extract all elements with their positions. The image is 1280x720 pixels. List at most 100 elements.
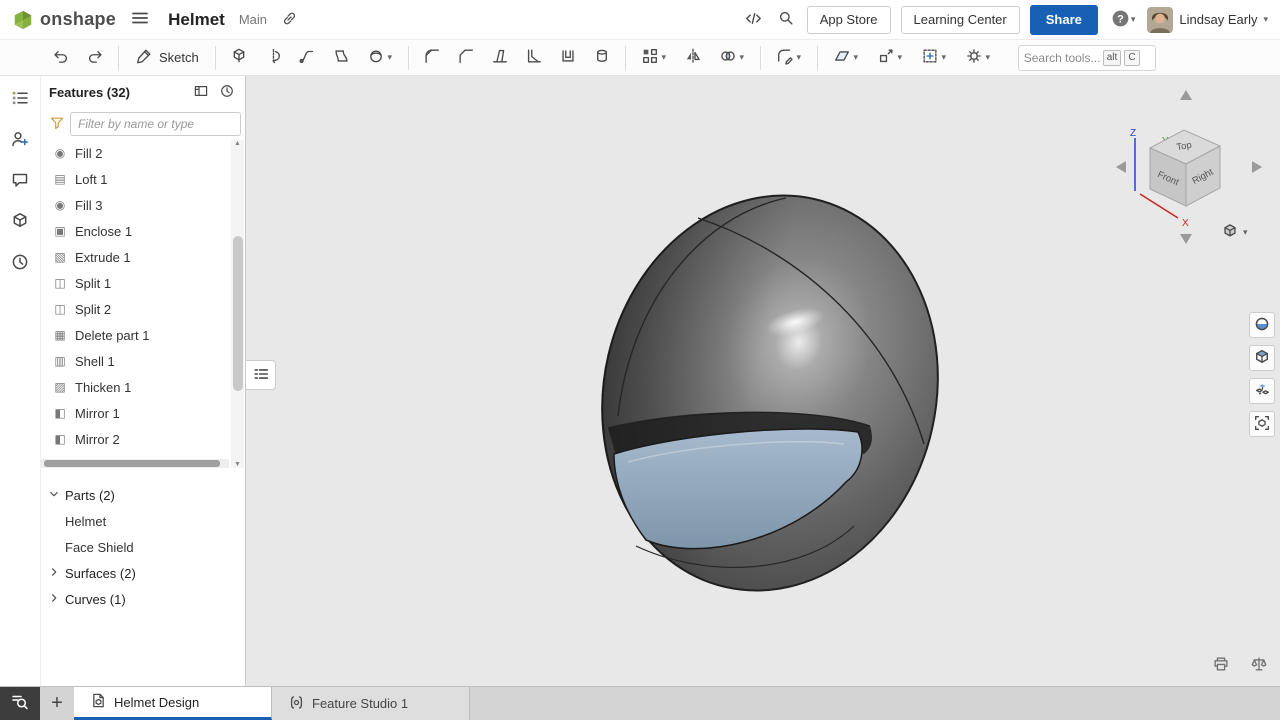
feature-filter-input[interactable] bbox=[70, 112, 241, 136]
app-store-button[interactable]: App Store bbox=[807, 6, 891, 34]
search-button[interactable] bbox=[775, 7, 797, 32]
parts-section-header[interactable]: Parts (2) bbox=[41, 482, 245, 508]
part-studio-icon bbox=[90, 692, 107, 712]
add-tab-button[interactable]: + bbox=[40, 687, 74, 720]
feature-row[interactable]: ◧Mirror 1 bbox=[41, 400, 229, 426]
help-menu-button[interactable]: ? ▾ bbox=[1108, 6, 1138, 34]
linear-pattern-icon bbox=[641, 47, 659, 68]
onshape-app: onshape Helmet Main App Store Learning C… bbox=[0, 0, 1280, 720]
horizontal-scrollbar[interactable] bbox=[41, 459, 229, 468]
sketch-button[interactable]: Sketch bbox=[125, 43, 209, 73]
surfaces-section-header[interactable]: Surfaces (2) bbox=[41, 560, 245, 586]
history-clock-icon bbox=[219, 83, 235, 102]
draft-button[interactable] bbox=[483, 43, 517, 73]
transform-button[interactable]: ▾ bbox=[868, 43, 912, 73]
exploded-view-button[interactable] bbox=[1249, 378, 1275, 404]
mirror-button[interactable] bbox=[676, 43, 710, 73]
tab-feature-studio-1[interactable]: Feature Studio 1 bbox=[272, 687, 470, 720]
linear-pattern-button[interactable]: ▾ bbox=[632, 43, 676, 73]
modify-fillet-button[interactable]: ▾ bbox=[767, 43, 811, 73]
plane-button[interactable]: ▾ bbox=[824, 43, 868, 73]
view-menu-button[interactable]: ▾ bbox=[1221, 222, 1248, 243]
horizontal-scroll-thumb[interactable] bbox=[44, 460, 220, 467]
hole-button[interactable] bbox=[585, 43, 619, 73]
feature-row[interactable]: ◉Fill 2 bbox=[41, 140, 229, 166]
learn-button[interactable] bbox=[7, 209, 33, 235]
parts-sections: Parts (2) Helmet Face Shield Surfaces (2… bbox=[41, 482, 245, 612]
zoom-to-fit-button[interactable] bbox=[1249, 411, 1275, 437]
scroll-down-icon[interactable]: ▼ bbox=[234, 461, 241, 468]
workspace-label[interactable]: Main bbox=[239, 12, 267, 27]
rib-button[interactable] bbox=[517, 43, 551, 73]
chamfer-button[interactable] bbox=[449, 43, 483, 73]
vertical-scroll-thumb[interactable] bbox=[233, 236, 243, 391]
feature-row[interactable]: ◫Split 2 bbox=[41, 296, 229, 322]
mate-connector-icon bbox=[921, 47, 939, 68]
feature-row[interactable]: ▣Enclose 1 bbox=[41, 218, 229, 244]
parts-label: Parts (2) bbox=[65, 488, 115, 503]
part-row[interactable]: Face Shield bbox=[41, 534, 245, 560]
redo-button[interactable] bbox=[78, 43, 112, 73]
rollback-history-button[interactable] bbox=[217, 81, 237, 104]
feature-type-icon: ▦ bbox=[53, 329, 67, 341]
tool-search-input[interactable] bbox=[1024, 51, 1100, 65]
user-menu[interactable]: Lindsay Early ▾ bbox=[1147, 7, 1268, 33]
appearance-button[interactable] bbox=[1249, 312, 1275, 338]
feature-row[interactable]: ◧Mirror 2 bbox=[41, 426, 229, 452]
part-row[interactable]: Helmet bbox=[41, 508, 245, 534]
share-button[interactable]: Share bbox=[1030, 5, 1098, 35]
scroll-up-icon[interactable]: ▲ bbox=[234, 140, 241, 147]
mate-connector-button[interactable]: ▾ bbox=[912, 43, 956, 73]
feature-row[interactable]: ▤Loft 1 bbox=[41, 166, 229, 192]
loft-button[interactable] bbox=[324, 43, 358, 73]
dropdown-caret-icon: ▾ bbox=[897, 53, 902, 62]
feature-row[interactable]: ▥Shell 1 bbox=[41, 348, 229, 374]
rotate-left-arrow-icon[interactable] bbox=[1116, 161, 1126, 173]
mass-properties-button[interactable] bbox=[1248, 653, 1270, 678]
rotate-right-arrow-icon[interactable] bbox=[1252, 161, 1262, 173]
feature-row[interactable]: ◫Split 1 bbox=[41, 270, 229, 296]
filter-funnel-icon bbox=[49, 115, 65, 134]
rotate-down-arrow-icon[interactable] bbox=[1180, 234, 1192, 244]
helmet-shell[interactable] bbox=[563, 162, 976, 624]
extrude-button[interactable] bbox=[222, 43, 256, 73]
share-link-button[interactable] bbox=[279, 8, 300, 32]
learning-center-button[interactable]: Learning Center bbox=[901, 6, 1020, 34]
outline-panel-button[interactable] bbox=[7, 86, 33, 112]
revolve-button[interactable] bbox=[256, 43, 290, 73]
undo-button[interactable] bbox=[44, 43, 78, 73]
feature-row[interactable]: ▨Thicken 1 bbox=[41, 374, 229, 400]
custom-features-button[interactable]: ▾ bbox=[956, 43, 1000, 73]
fill-surface-button[interactable]: ▾ bbox=[358, 43, 402, 73]
revolve-icon bbox=[264, 47, 282, 68]
feature-row[interactable]: ▧Extrude 1 bbox=[41, 244, 229, 270]
tab-helmet-design[interactable]: Helmet Design bbox=[74, 687, 272, 720]
follow-mode-button[interactable] bbox=[7, 127, 33, 153]
surfaces-label: Surfaces (2) bbox=[65, 566, 136, 581]
rotate-up-arrow-icon[interactable] bbox=[1180, 90, 1192, 100]
fillet-button[interactable] bbox=[415, 43, 449, 73]
feature-type-icon: ▧ bbox=[53, 251, 67, 263]
main-menu-button[interactable] bbox=[128, 6, 152, 33]
developer-button[interactable] bbox=[742, 7, 765, 33]
sweep-button[interactable] bbox=[290, 43, 324, 73]
shaded-view-button[interactable] bbox=[1249, 345, 1275, 371]
top-bar: onshape Helmet Main App Store Learning C… bbox=[0, 0, 1280, 40]
chevron-right-icon bbox=[47, 565, 61, 582]
comments-button[interactable] bbox=[7, 168, 33, 194]
feature-list-flyout-button[interactable] bbox=[246, 360, 276, 390]
curves-section-header[interactable]: Curves (1) bbox=[41, 586, 245, 612]
shell-button[interactable] bbox=[551, 43, 585, 73]
onshape-logo[interactable]: onshape bbox=[12, 9, 116, 31]
feature-row[interactable]: ▦Delete part 1 bbox=[41, 322, 229, 348]
tool-search[interactable]: alt C bbox=[1018, 45, 1156, 71]
feature-row[interactable]: ◉Fill 3 bbox=[41, 192, 229, 218]
search-tabs-button[interactable] bbox=[0, 687, 40, 720]
boolean-button[interactable]: ▾ bbox=[710, 43, 754, 73]
versions-history-button[interactable] bbox=[7, 250, 33, 276]
view-tools-stack bbox=[1249, 312, 1275, 437]
print-button[interactable] bbox=[1210, 653, 1232, 678]
dock-panel-button[interactable] bbox=[191, 81, 211, 104]
follow-user-icon bbox=[10, 129, 30, 152]
graphics-viewport[interactable]: Y Top Front Right Z X bbox=[246, 76, 1280, 686]
